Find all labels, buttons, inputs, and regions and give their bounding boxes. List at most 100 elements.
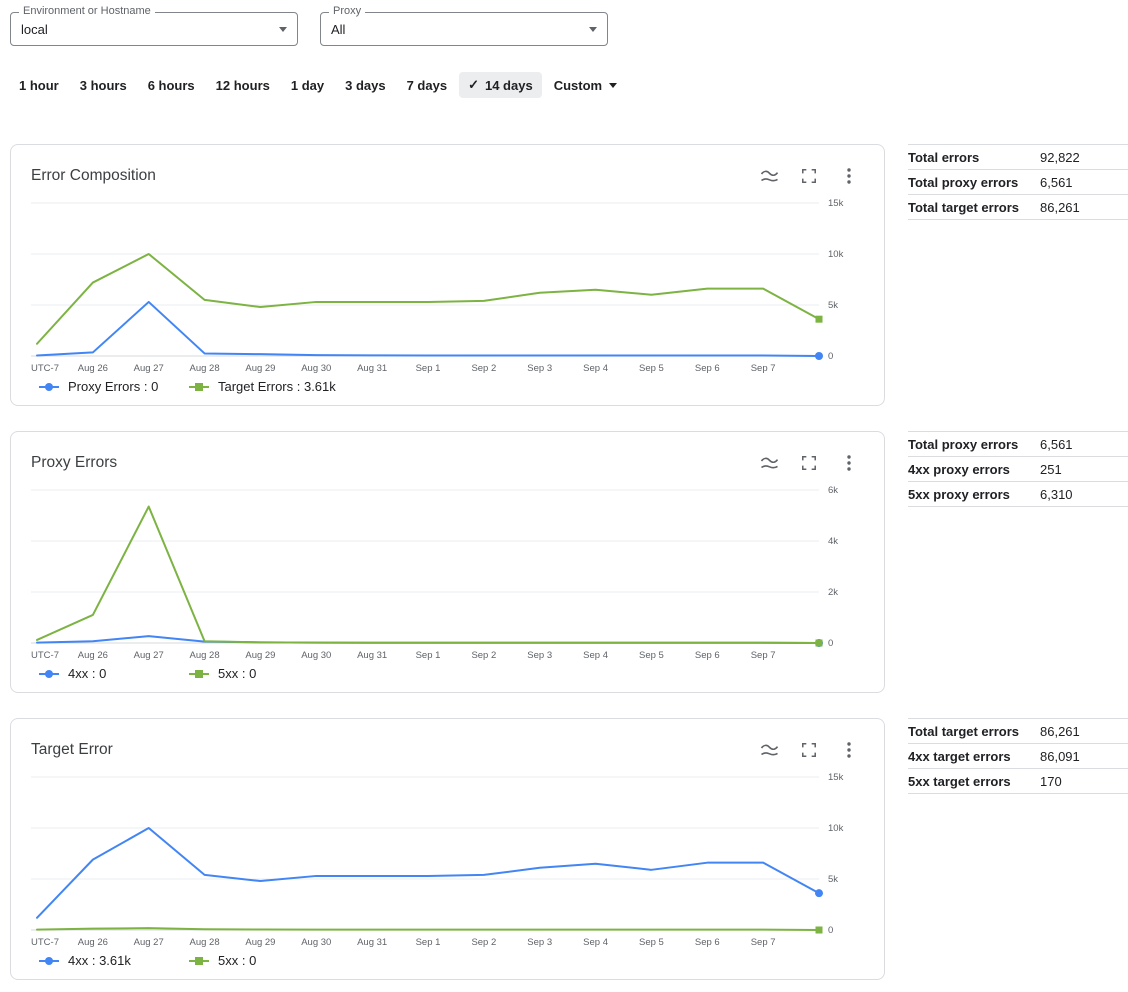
svg-text:Aug 26: Aug 26 — [78, 363, 108, 374]
time-range-7-days[interactable]: 7 days — [398, 73, 456, 98]
svg-text:Sep 6: Sep 6 — [695, 937, 720, 948]
time-range-3-hours[interactable]: 3 hours — [71, 73, 136, 98]
error-composition-card: Error Composition — [10, 144, 885, 406]
proxy-select-value: All — [331, 22, 589, 37]
chart-options-button[interactable] — [754, 163, 784, 189]
chart-options-button[interactable] — [754, 450, 784, 476]
fullscreen-button[interactable] — [794, 163, 824, 189]
legend-label: 4xx : 3.61k — [68, 953, 131, 968]
svg-text:15k: 15k — [828, 772, 844, 783]
stat-value: 170 — [1040, 774, 1062, 789]
more-options-button[interactable] — [834, 737, 864, 763]
proxy-select-label: Proxy — [329, 5, 365, 17]
time-range-1-day[interactable]: 1 day — [282, 73, 333, 98]
stat-label: 4xx target errors — [908, 749, 1040, 764]
svg-text:2k: 2k — [828, 587, 838, 598]
svg-text:0: 0 — [828, 638, 833, 649]
svg-text:UTC-7: UTC-7 — [31, 363, 59, 374]
time-range-12-hours[interactable]: 12 hours — [207, 73, 279, 98]
legend-label: 5xx : 0 — [218, 953, 256, 968]
legend-label: 4xx : 0 — [68, 666, 106, 681]
legend-item-4xx[interactable]: 4xx : 0 — [39, 666, 189, 681]
stat-row: Total proxy errors 6,561 — [908, 432, 1128, 457]
time-range-custom[interactable]: Custom — [545, 73, 626, 98]
proxy-error-totals-panel: Total proxy errors 6,561 4xx proxy error… — [908, 431, 1128, 507]
card-title: Proxy Errors — [31, 454, 744, 472]
card-title: Target Error — [31, 741, 744, 759]
svg-text:Aug 26: Aug 26 — [78, 650, 108, 661]
target-error-chart: 05k10k15kUTC-7Aug 26Aug 27Aug 28Aug 29Au… — [31, 769, 864, 949]
error-composition-row: Error Composition — [10, 144, 1128, 406]
svg-text:Aug 30: Aug 30 — [301, 650, 331, 661]
svg-text:Sep 1: Sep 1 — [416, 650, 441, 661]
svg-text:Aug 27: Aug 27 — [134, 650, 164, 661]
svg-text:0: 0 — [828, 351, 833, 362]
stats-table: Total target errors 86,261 4xx target er… — [908, 718, 1128, 794]
svg-text:10k: 10k — [828, 249, 844, 260]
svg-text:15k: 15k — [828, 198, 844, 209]
chart-legend: Proxy Errors : 0 Target Errors : 3.61k — [39, 379, 864, 394]
svg-text:Aug 28: Aug 28 — [190, 937, 220, 948]
time-range-14-days[interactable]: ✓ 14 days — [459, 72, 542, 98]
time-range-selector: 1 hour 3 hours 6 hours 12 hours 1 day 3 … — [10, 72, 1128, 98]
svg-text:Aug 31: Aug 31 — [357, 937, 387, 948]
svg-text:Sep 5: Sep 5 — [639, 937, 664, 948]
svg-text:5k: 5k — [828, 300, 838, 311]
target-error-totals-panel: Total target errors 86,261 4xx target er… — [908, 718, 1128, 794]
dropdown-arrow-icon — [609, 83, 617, 88]
fullscreen-icon — [801, 168, 817, 184]
more-options-button[interactable] — [834, 163, 864, 189]
fullscreen-button[interactable] — [794, 737, 824, 763]
error-totals-panel: Total errors 92,822 Total proxy errors 6… — [908, 144, 1128, 220]
legend-item-5xx[interactable]: 5xx : 0 — [189, 666, 339, 681]
wavy-lines-icon — [760, 169, 779, 184]
svg-text:Sep 2: Sep 2 — [471, 363, 496, 374]
legend-item-5xx[interactable]: 5xx : 0 — [189, 953, 339, 968]
more-vert-icon — [847, 168, 851, 184]
svg-text:Sep 6: Sep 6 — [695, 650, 720, 661]
line-dot-marker-icon — [39, 955, 59, 967]
legend-item-proxy-errors[interactable]: Proxy Errors : 0 — [39, 379, 189, 394]
svg-text:Sep 5: Sep 5 — [639, 650, 664, 661]
dropdown-arrow-icon — [279, 27, 287, 32]
time-range-6-hours[interactable]: 6 hours — [139, 73, 204, 98]
environment-select[interactable]: Environment or Hostname local — [10, 12, 298, 46]
svg-text:Sep 7: Sep 7 — [751, 650, 776, 661]
svg-text:Aug 29: Aug 29 — [245, 363, 275, 374]
wavy-lines-icon — [760, 456, 779, 471]
svg-text:Sep 3: Sep 3 — [527, 363, 552, 374]
svg-text:Aug 30: Aug 30 — [301, 363, 331, 374]
proxy-errors-row: Proxy Errors 02 — [10, 431, 1128, 693]
proxy-errors-card: Proxy Errors 02 — [10, 431, 885, 693]
svg-text:10k: 10k — [828, 823, 844, 834]
time-range-custom-label: Custom — [554, 78, 602, 93]
time-range-1-hour[interactable]: 1 hour — [10, 73, 68, 98]
proxy-select[interactable]: Proxy All — [320, 12, 608, 46]
card-title: Error Composition — [31, 167, 744, 185]
svg-text:Aug 30: Aug 30 — [301, 937, 331, 948]
environment-select-label: Environment or Hostname — [19, 5, 155, 17]
line-square-marker-icon — [189, 381, 209, 393]
legend-item-4xx[interactable]: 4xx : 3.61k — [39, 953, 189, 968]
stat-value: 86,261 — [1040, 200, 1080, 215]
stats-table: Total proxy errors 6,561 4xx proxy error… — [908, 431, 1128, 507]
stat-label: Total target errors — [908, 200, 1040, 215]
stat-row: Total errors 92,822 — [908, 145, 1128, 170]
more-options-button[interactable] — [834, 450, 864, 476]
stat-row: Total target errors 86,261 — [908, 719, 1128, 744]
legend-item-target-errors[interactable]: Target Errors : 3.61k — [189, 379, 339, 394]
stat-value: 86,261 — [1040, 724, 1080, 739]
svg-text:Sep 4: Sep 4 — [583, 937, 608, 948]
dropdown-arrow-icon — [589, 27, 597, 32]
filter-toolbar: Environment or Hostname local Proxy All — [10, 12, 1128, 46]
fullscreen-button[interactable] — [794, 450, 824, 476]
stat-value: 6,310 — [1040, 487, 1073, 502]
svg-text:Aug 31: Aug 31 — [357, 650, 387, 661]
time-range-3-days[interactable]: 3 days — [336, 73, 394, 98]
svg-text:Aug 28: Aug 28 — [190, 363, 220, 374]
svg-text:4k: 4k — [828, 536, 838, 547]
stat-row: 5xx target errors 170 — [908, 769, 1128, 794]
chart-options-button[interactable] — [754, 737, 784, 763]
svg-text:Sep 1: Sep 1 — [416, 937, 441, 948]
svg-text:Sep 3: Sep 3 — [527, 937, 552, 948]
